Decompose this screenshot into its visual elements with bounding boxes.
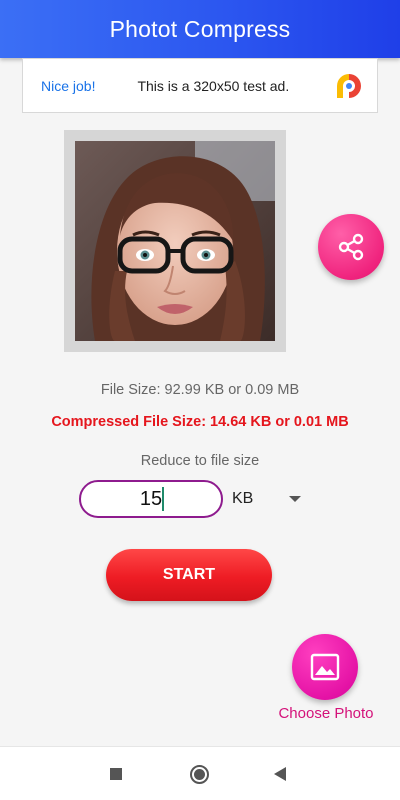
portrait-illustration [75,141,275,341]
image-icon [310,653,340,681]
unit-selected: KB [232,490,254,507]
ad-text: This is a 320x50 test ad. [137,77,290,94]
system-nav-bar [0,746,400,800]
compressed-size-text: Compressed File Size: 14.64 KB or 0.01 M… [51,414,349,430]
file-size-text: File Size: 92.99 KB or 0.09 MB [100,382,300,398]
choose-photo-label[interactable]: Choose Photo [258,705,394,722]
portrait-photo [75,141,275,341]
ad-nice-label: Nice job! [41,77,96,94]
choose-photo-button[interactable] [292,634,358,700]
share-button[interactable] [318,214,384,280]
reduce-label: Reduce to file size [140,453,260,469]
app-title: Photot Compress [109,15,291,42]
photo-frame [64,130,286,352]
start-button[interactable]: START [106,549,272,601]
back-icon[interactable] [274,767,286,781]
dropdown-arrow-icon [289,496,301,502]
home-icon-dot [194,769,205,780]
app-bar: Photot Compress [0,0,400,58]
home-icon[interactable] [190,765,209,784]
adchoices-logo-icon[interactable] [334,71,364,101]
ad-banner[interactable]: Nice job! This is a 320x50 test ad. [22,58,378,113]
text-caret [162,487,164,511]
target-size-input[interactable] [79,480,223,518]
recents-icon[interactable] [110,768,122,780]
unit-dropdown[interactable]: KB [232,487,308,511]
share-icon [338,233,364,261]
